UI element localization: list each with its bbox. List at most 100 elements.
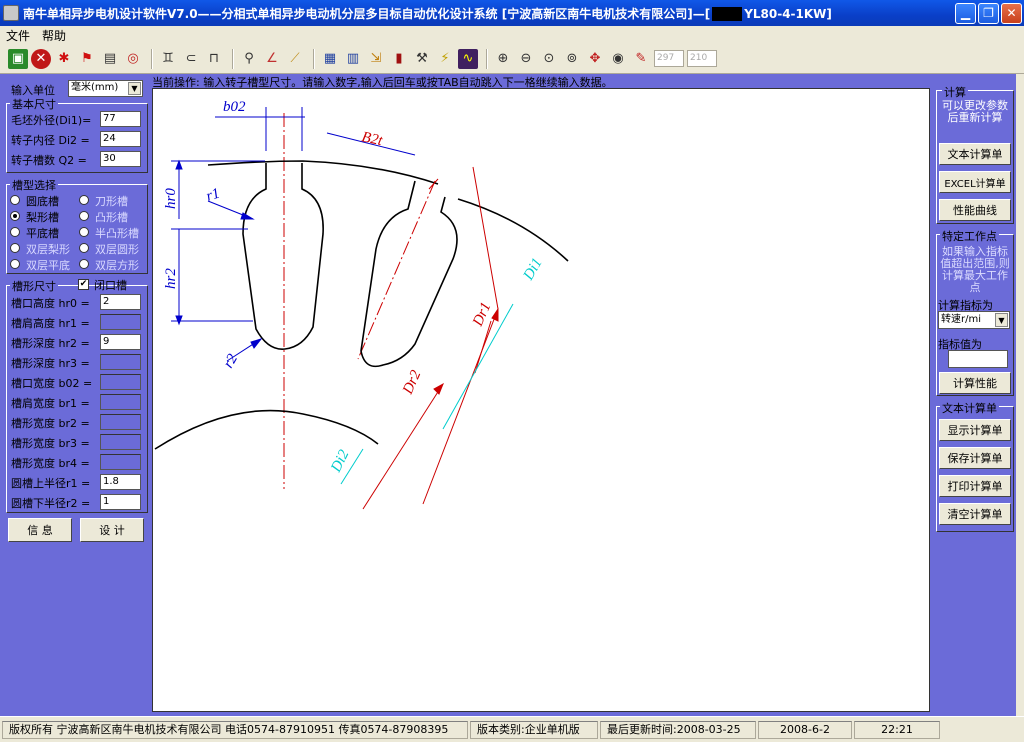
performance-curve-button[interactable]: 性能曲线 bbox=[939, 199, 1011, 221]
chevron-down-icon[interactable]: ▼ bbox=[995, 313, 1008, 327]
chevron-down-icon[interactable]: ▼ bbox=[128, 82, 141, 95]
left-panel: 输入单位 毫米(mm) ▼ 基本尺寸 毛坯外径(Di1)= 77 转子内径 Di… bbox=[0, 74, 150, 716]
dim-input-r1[interactable]: 1.8 bbox=[100, 474, 141, 490]
graph-icon[interactable]: ∿ bbox=[458, 48, 478, 69]
calculator-icon[interactable]: ▦ bbox=[320, 49, 340, 69]
basic-input-id[interactable]: 24 bbox=[100, 131, 141, 147]
export-icon[interactable]: ⇲ bbox=[366, 49, 386, 69]
radio-half-convex[interactable] bbox=[79, 227, 89, 237]
label-hr2: hr2 bbox=[163, 268, 179, 289]
radio-label: 双层平底 bbox=[26, 259, 70, 272]
chart-icon[interactable]: ▮ bbox=[389, 49, 409, 69]
window-icon[interactable]: ▤ bbox=[100, 49, 120, 69]
radio-label: 双层圆形 bbox=[95, 243, 139, 256]
wand-icon[interactable]: ⚡ bbox=[435, 49, 455, 69]
dim-input-br3[interactable] bbox=[100, 434, 141, 450]
radio-round-bottom[interactable] bbox=[10, 195, 20, 205]
label-r1: r1 bbox=[204, 185, 222, 204]
radio-pear[interactable] bbox=[10, 211, 20, 221]
index-select[interactable]: 转速r/mi ▼ bbox=[938, 311, 1010, 329]
curve-icon[interactable]: ∠ bbox=[262, 49, 282, 69]
dim-input-br2[interactable] bbox=[100, 414, 141, 430]
calculate-performance-button[interactable]: 计算性能 bbox=[939, 372, 1011, 394]
menu-file[interactable]: 文件 bbox=[0, 27, 36, 44]
slot-icon[interactable]: ⊓ bbox=[204, 49, 224, 69]
info-button[interactable]: 信 息 bbox=[8, 518, 72, 542]
print-report-button[interactable]: 打印计算单 bbox=[939, 475, 1011, 497]
zoom-out-icon[interactable]: ⊖ bbox=[516, 49, 536, 69]
width-field[interactable]: 297 bbox=[654, 50, 684, 67]
zoom-reset-icon[interactable]: ◉ bbox=[608, 49, 628, 69]
radio-double-round[interactable] bbox=[79, 243, 89, 253]
stop-icon[interactable]: ✕ bbox=[31, 48, 51, 69]
dim-input-hr1[interactable] bbox=[100, 314, 141, 330]
right-scrollbar[interactable] bbox=[1016, 74, 1024, 716]
dim-input-br1[interactable] bbox=[100, 394, 141, 410]
dim-input-r2[interactable]: 1 bbox=[100, 494, 141, 510]
radio-double-flat[interactable] bbox=[10, 259, 20, 269]
gear-icon[interactable]: ✱ bbox=[54, 49, 74, 69]
label-b2t: B2t bbox=[360, 129, 385, 149]
zoom-window-icon[interactable]: ⊚ bbox=[562, 49, 582, 69]
radio-double-square[interactable] bbox=[79, 259, 89, 269]
height-field[interactable]: 210 bbox=[687, 50, 717, 67]
rotor-outer-arc bbox=[457, 198, 569, 262]
pen-icon[interactable]: ✎ bbox=[631, 49, 651, 69]
radio-flat-bottom[interactable] bbox=[10, 227, 20, 237]
rotor-inner-arc bbox=[154, 409, 379, 450]
radio-label: 双层方形 bbox=[95, 259, 139, 272]
toolbar-separator bbox=[313, 48, 315, 69]
radio-convex[interactable] bbox=[79, 211, 89, 221]
radio-label: 凸形槽 bbox=[95, 211, 128, 224]
label-b02: b02 bbox=[223, 99, 246, 115]
pan-icon[interactable]: ✥ bbox=[585, 49, 605, 69]
excel-report-button[interactable]: EXCEL计算单 bbox=[939, 171, 1011, 193]
basic-input-od[interactable]: 77 bbox=[100, 111, 141, 127]
rotor-icon[interactable]: ⊂ bbox=[181, 49, 201, 69]
zoom-fit-icon[interactable]: ⊙ bbox=[539, 49, 559, 69]
dim-label: 槽形宽度 br3 = bbox=[11, 437, 90, 450]
radio-double-pear[interactable] bbox=[10, 243, 20, 253]
new-icon[interactable]: ▣ bbox=[8, 48, 28, 69]
closed-slot-label: 闭口槽 bbox=[94, 279, 127, 292]
target-icon[interactable]: ◎ bbox=[123, 49, 143, 69]
dim-input-b02[interactable] bbox=[100, 374, 141, 390]
dim-input-hr2[interactable]: 9 bbox=[100, 334, 141, 350]
flag-icon[interactable]: ⚑ bbox=[77, 49, 97, 69]
slot-centerline bbox=[357, 180, 436, 360]
toolbar-separator bbox=[486, 48, 488, 69]
closed-slot-checkbox[interactable]: ✔ bbox=[78, 279, 89, 290]
drawing-canvas[interactable]: b02 B2t hr0 r1 hr2 r2 Dr1 Dr2 Di1 Di2 bbox=[152, 88, 930, 712]
dim-label: 槽口高度 hr0 = bbox=[11, 297, 90, 310]
save-report-button[interactable]: 保存计算单 bbox=[939, 447, 1011, 469]
basic-input-slots[interactable]: 30 bbox=[100, 151, 141, 167]
label-dr1: Dr1 bbox=[470, 300, 495, 330]
motor-icon[interactable]: ♊ bbox=[158, 49, 178, 69]
basic-size-title: 基本尺寸 bbox=[10, 96, 58, 112]
app-icon bbox=[3, 5, 19, 21]
book-icon[interactable]: ▥ bbox=[343, 49, 363, 69]
right-panel: 计算 可以更改参数后重新计算 文本计算单 EXCEL计算单 性能曲线 特定工作点… bbox=[934, 84, 1016, 716]
tools-icon[interactable]: ⚒ bbox=[412, 49, 432, 69]
dim-input-hr0[interactable]: 2 bbox=[100, 294, 141, 310]
value-input[interactable] bbox=[948, 350, 1008, 368]
dim-input-br4[interactable] bbox=[100, 454, 141, 470]
restore-button[interactable]: ❐ bbox=[978, 2, 999, 24]
radio-label: 平底槽 bbox=[26, 227, 59, 240]
minimize-button[interactable]: ▁ bbox=[955, 2, 976, 24]
text-report-button[interactable]: 文本计算单 bbox=[939, 143, 1011, 165]
probe-icon[interactable]: ⚲ bbox=[239, 49, 259, 69]
design-button[interactable]: 设 计 bbox=[80, 518, 144, 542]
clear-report-button[interactable]: 清空计算单 bbox=[939, 503, 1011, 525]
line-icon[interactable]: ⟋ bbox=[285, 49, 305, 69]
unit-select[interactable]: 毫米(mm) ▼ bbox=[68, 80, 143, 97]
close-button[interactable]: ✕ bbox=[1001, 2, 1022, 24]
basic-label-slots: 转子槽数 Q2 = bbox=[11, 154, 87, 167]
radio-knife[interactable] bbox=[79, 195, 89, 205]
current-operation-hint: 当前操作: 输入转子槽型尺寸。请输入数字,输入后回车或按TAB自动跳入下一格继续… bbox=[152, 76, 613, 88]
menu-help[interactable]: 帮助 bbox=[36, 27, 72, 44]
show-report-button[interactable]: 显示计算单 bbox=[939, 419, 1011, 441]
zoom-in-icon[interactable]: ⊕ bbox=[493, 49, 513, 69]
status-edition: 版本类别:企业单机版 bbox=[470, 720, 598, 739]
dim-input-hr3[interactable] bbox=[100, 354, 141, 370]
